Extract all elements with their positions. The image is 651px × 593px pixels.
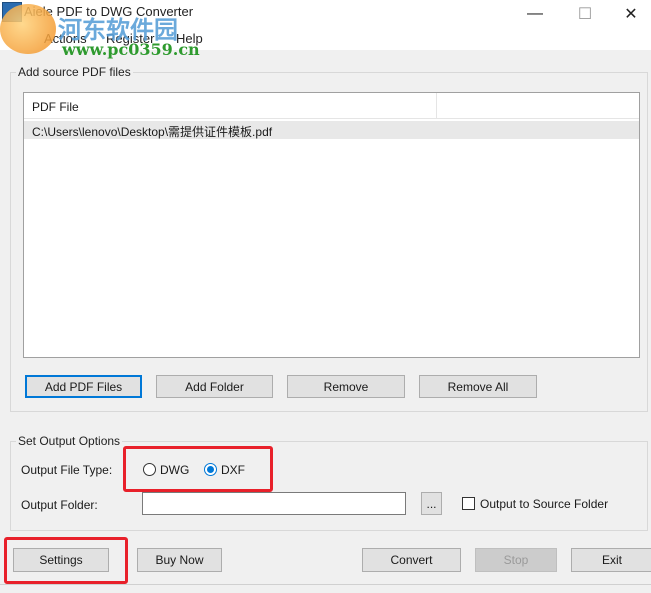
output-folder-input[interactable] (142, 492, 406, 515)
source-group-label: Add source PDF files (16, 65, 133, 79)
column-separator[interactable] (436, 93, 437, 119)
watermark-logo (0, 4, 56, 54)
output-folder-label: Output Folder: (21, 498, 98, 512)
close-button[interactable]: ✕ (608, 0, 651, 28)
radio-dxf-label[interactable]: DXF (221, 463, 245, 477)
pdf-file-list[interactable]: PDF File C:\Users\lenovo\Desktop\需提供证件模板… (23, 92, 640, 358)
convert-button[interactable]: Convert (362, 548, 461, 572)
settings-button[interactable]: Settings (13, 548, 109, 572)
stop-button[interactable]: Stop (475, 548, 557, 572)
list-item[interactable]: C:\Users\lenovo\Desktop\需提供证件模板.pdf (24, 121, 639, 139)
watermark-url: www.pc0359.cn (62, 40, 200, 59)
list-header[interactable]: PDF File (24, 93, 639, 119)
output-group-label: Set Output Options (16, 434, 123, 448)
radio-dwg-label[interactable]: DWG (160, 463, 189, 477)
buy-now-button[interactable]: Buy Now (137, 548, 222, 572)
browse-folder-button[interactable]: ... (421, 492, 442, 515)
column-header-pdf-file[interactable]: PDF File (32, 100, 79, 114)
output-to-source-checkbox[interactable] (462, 497, 475, 510)
remove-all-button[interactable]: Remove All (419, 375, 537, 398)
file-path: C:\Users\lenovo\Desktop\需提供证件模板.pdf (32, 125, 273, 139)
maximize-button[interactable]: ☐ (562, 0, 608, 28)
minimize-button[interactable]: — (512, 0, 558, 28)
radio-dwg[interactable] (143, 463, 156, 476)
status-bar (0, 584, 651, 593)
remove-button[interactable]: Remove (287, 375, 405, 398)
output-to-source-label[interactable]: Output to Source Folder (480, 497, 608, 511)
add-pdf-files-button[interactable]: Add PDF Files (25, 375, 142, 398)
radio-dxf[interactable] (204, 463, 217, 476)
output-options-group (10, 441, 648, 531)
add-folder-button[interactable]: Add Folder (156, 375, 273, 398)
output-file-type-label: Output File Type: (21, 463, 113, 477)
exit-button[interactable]: Exit (571, 548, 651, 572)
